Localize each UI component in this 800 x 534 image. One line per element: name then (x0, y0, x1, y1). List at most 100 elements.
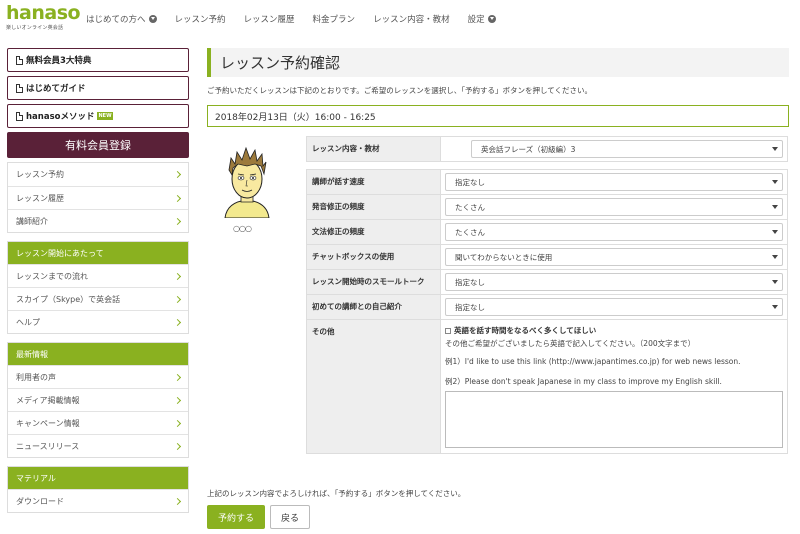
chevron-right-icon (173, 396, 182, 404)
chevron-right-icon (173, 497, 182, 505)
reserve-button[interactable]: 予約する (207, 505, 265, 529)
dropdown-arrow-icon (772, 180, 778, 184)
teacher-avatar[interactable] (219, 144, 275, 220)
sidebar-group-lessons: レッスン予約 レッスン履歴 講師紹介 (7, 162, 189, 233)
form-row-grammar: 文法修正の頻度 たくさん (306, 219, 788, 245)
button-label: hanasoメソッド (26, 112, 95, 122)
form-row-intro: 初めての講師との自己紹介 指定なし (306, 294, 788, 320)
sidebar-item-history[interactable]: レッスン履歴 (8, 186, 188, 209)
sidebar-item-flow[interactable]: レッスンまでの流れ (8, 264, 188, 287)
button-label: はじめてガイド (26, 84, 86, 94)
logo-tagline: 楽しいオンライン英会話 (6, 25, 64, 31)
group-heading: 最新情報 (8, 343, 188, 365)
logo[interactable]: hanaso 楽しいオンライン英会話 (6, 3, 81, 31)
field-label: レッスン開始時のスモールトーク (306, 269, 441, 295)
chevron-right-icon (173, 217, 182, 225)
dropdown-arrow-icon (772, 147, 778, 151)
group-heading: マテリアル (8, 467, 188, 489)
sidebar-item-news[interactable]: ニュースリリース (8, 434, 188, 457)
chevron-right-icon (173, 318, 182, 326)
dropdown-arrow-icon (772, 280, 778, 284)
nav-settings[interactable]: 設定 (468, 13, 496, 25)
nav-materials[interactable]: レッスン内容・教材 (373, 13, 450, 25)
nav-label: 設定 (467, 15, 485, 25)
item-label: レッスン履歴 (16, 193, 64, 203)
beginners-guide-button[interactable]: はじめてガイド (7, 76, 189, 100)
field-label: その他 (306, 319, 441, 454)
chevron-right-icon (173, 272, 182, 280)
form-row-material: レッスン内容・教材 英会話フレーズ（初級編）3 (306, 136, 788, 162)
select-value: 指定なし (455, 277, 485, 287)
sidebar-item-help[interactable]: ヘルプ (8, 310, 188, 333)
sidebar-item-campaign[interactable]: キャンペーン情報 (8, 411, 188, 434)
sidebar-item-download[interactable]: ダウンロード (8, 489, 188, 512)
item-label: 講師紹介 (16, 216, 48, 226)
dropdown-arrow-icon (772, 230, 778, 234)
sidebar-item-media[interactable]: メディア掲載情報 (8, 388, 188, 411)
item-label: キャンペーン情報 (16, 418, 80, 428)
chevron-right-icon (173, 194, 182, 202)
dropdown-arrow-icon (772, 305, 778, 309)
document-icon (16, 111, 23, 121)
material-select[interactable]: 英会話フレーズ（初級編）3 (471, 140, 783, 158)
sidebar-item-skype[interactable]: スカイプ（Skype）で英会話 (8, 287, 188, 310)
dropdown-arrow-icon (772, 205, 778, 209)
more-speaking-checkbox-row[interactable]: 英語を話す時間をなるべく多くしてほしい (445, 325, 783, 336)
smalltalk-select[interactable]: 指定なし (445, 273, 783, 291)
select-value: 指定なし (455, 177, 485, 187)
sidebar-item-voices[interactable]: 利用者の声 (8, 365, 188, 388)
new-badge: NEW (97, 112, 113, 120)
select-value: たくさん (455, 227, 485, 237)
sidebar-group-start: レッスン開始にあたって レッスンまでの流れ スカイプ（Skype）で英会話 ヘル… (7, 241, 189, 334)
document-icon (16, 55, 23, 65)
sidebar-item-teachers[interactable]: 講師紹介 (8, 209, 188, 232)
other-textarea[interactable] (445, 391, 783, 448)
sidebar-item-reserve[interactable]: レッスン予約 (8, 163, 188, 186)
chevron-right-icon (173, 373, 182, 381)
example-2: 例2）Please don't speak Japanese in my cla… (445, 377, 722, 386)
confirm-text: 上記のレッスン内容でよろしければ、「予約する」ボタンを押してください。 (207, 489, 466, 498)
select-value: 聞いてわからないときに使用 (455, 252, 553, 262)
item-label: 利用者の声 (16, 372, 56, 382)
header: hanaso 楽しいオンライン英会話 はじめての方へ レッスン予約 レッスン履歴… (0, 0, 800, 40)
chevron-down-icon (487, 15, 496, 23)
hanaso-method-button[interactable]: hanasoメソッド NEW (7, 104, 189, 128)
speed-select[interactable]: 指定なし (445, 173, 783, 191)
checkbox-label: 英語を話す時間をなるべく多くしてほしい (454, 326, 597, 335)
page-title: レッスン予約確認 (207, 48, 789, 77)
field-label: レッスン内容・教材 (306, 136, 441, 162)
chevron-right-icon (173, 170, 182, 179)
intro-text: ご予約いただくレッスンは下記のとおりです。ご希望のレッスンを選択し、「予約する」… (207, 86, 593, 95)
nav-reserve[interactable]: レッスン予約 (175, 13, 226, 25)
other-hint: その他ご希望がございましたら英語で記入してください。（200文字まで） (445, 339, 696, 348)
group-heading: レッスン開始にあたって (8, 242, 188, 264)
self-intro-select[interactable]: 指定なし (445, 298, 783, 316)
item-label: ダウンロード (16, 496, 64, 506)
item-label: メディア掲載情報 (16, 395, 80, 405)
chevron-right-icon (173, 442, 182, 450)
form-row-chatbox: チャットボックスの使用 聞いてわからないときに使用 (306, 244, 788, 270)
chevron-right-icon (173, 295, 182, 303)
sidebar: 無料会員3大特典 はじめてガイド hanasoメソッド NEW 有料会員登録 レッ… (7, 48, 189, 521)
chatbox-select[interactable]: 聞いてわからないときに使用 (445, 248, 783, 266)
form-row-speed: 講師が話す速度 指定なし (306, 169, 788, 195)
select-value: 指定なし (455, 302, 485, 312)
checkbox[interactable] (445, 327, 451, 334)
nav-label: はじめての方へ (86, 15, 146, 25)
free-member-benefits-button[interactable]: 無料会員3大特典 (7, 48, 189, 72)
nav-first-time[interactable]: はじめての方へ (86, 13, 157, 25)
example-1: 例1）I'd like to use this link (http://www… (445, 357, 741, 366)
dropdown-arrow-icon (772, 255, 778, 259)
select-value: たくさん (455, 202, 485, 212)
nav-pricing[interactable]: 料金プラン (313, 13, 356, 25)
chevron-down-icon (148, 15, 157, 23)
document-icon (16, 83, 23, 93)
form-row-smalltalk: レッスン開始時のスモールトーク 指定なし (306, 269, 788, 295)
grammar-select[interactable]: たくさん (445, 223, 783, 241)
field-label: 講師が話す速度 (306, 169, 441, 195)
nav-history[interactable]: レッスン履歴 (244, 13, 295, 25)
paid-registration-button[interactable]: 有料会員登録 (7, 132, 189, 158)
field-label: 発音修正の頻度 (306, 194, 441, 220)
pronunciation-select[interactable]: たくさん (445, 198, 783, 216)
back-button[interactable]: 戻る (270, 505, 310, 529)
